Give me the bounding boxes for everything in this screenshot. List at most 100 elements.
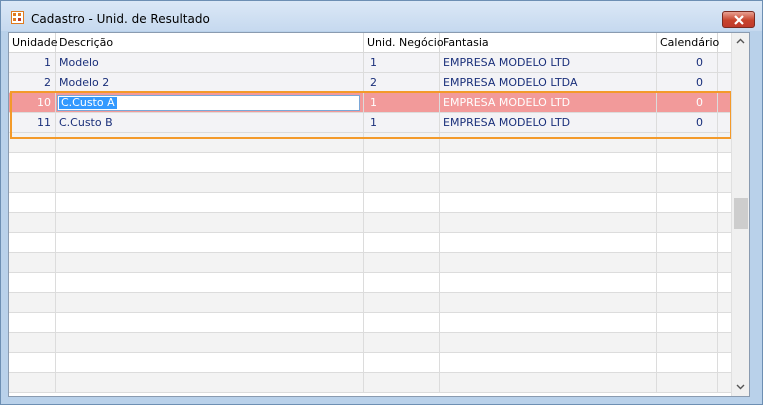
empty-cell <box>440 213 657 233</box>
empty-cell <box>440 253 657 273</box>
cell-editor-input[interactable]: C.Custo A <box>57 95 360 111</box>
column-header-fantasia[interactable]: Fantasia <box>440 33 657 53</box>
empty-cell <box>364 153 440 173</box>
empty-table-row[interactable] <box>9 173 731 193</box>
grid-header: Unidade Descrição Unid. Negócio Fantasia… <box>9 33 731 53</box>
empty-table-row[interactable] <box>9 153 731 173</box>
empty-cell <box>9 153 56 173</box>
empty-cell <box>56 373 364 393</box>
cell-fantasia: EMPRESA MODELO LTDA <box>440 73 657 93</box>
empty-cell <box>56 173 364 193</box>
empty-cell <box>364 173 440 193</box>
cell-unid-negocio: 1 <box>364 113 440 133</box>
app-icon <box>11 11 24 24</box>
empty-cell <box>56 133 364 153</box>
empty-cell <box>440 133 657 153</box>
empty-cell <box>657 213 718 233</box>
empty-table-row[interactable] <box>9 233 731 253</box>
empty-cell <box>364 233 440 253</box>
cell-unidade: 1 <box>9 53 56 73</box>
table-row[interactable]: 1 Modelo 1 EMPRESA MODELO LTD 0 <box>9 53 731 73</box>
chevron-up-icon <box>736 38 745 44</box>
cell-descricao: C.Custo B <box>56 113 364 133</box>
empty-table-row[interactable] <box>9 273 731 293</box>
table-row-selected[interactable]: 10 C.Custo A 1 EMPRESA MODELO LTD 0 <box>9 93 731 113</box>
empty-cell <box>9 253 56 273</box>
empty-cell <box>364 293 440 313</box>
empty-cell <box>657 333 718 353</box>
cell-fantasia: EMPRESA MODELO LTD <box>440 53 657 73</box>
title-bar[interactable]: Cadastro - Unid. de Resultado <box>1 1 762 31</box>
empty-cell <box>9 373 56 393</box>
empty-cell <box>657 253 718 273</box>
empty-cell <box>657 313 718 333</box>
empty-cell <box>9 193 56 213</box>
table-row[interactable]: 2 Modelo 2 2 EMPRESA MODELO LTDA 0 <box>9 73 731 93</box>
empty-cell <box>9 173 56 193</box>
empty-cell <box>440 193 657 213</box>
empty-cell <box>9 333 56 353</box>
scroll-thumb[interactable] <box>734 198 748 229</box>
window: Cadastro - Unid. de Resultado Unidade De… <box>0 0 763 405</box>
cell-unidade: 2 <box>9 73 56 93</box>
empty-cell <box>9 273 56 293</box>
empty-cell <box>56 273 364 293</box>
cell-descricao: Modelo <box>56 53 364 73</box>
scroll-up-button[interactable] <box>732 33 749 50</box>
empty-cell <box>440 373 657 393</box>
empty-cell <box>9 213 56 233</box>
empty-table-row[interactable] <box>9 253 731 273</box>
empty-cell <box>364 333 440 353</box>
empty-cell <box>56 233 364 253</box>
empty-cell <box>56 253 364 273</box>
window-title: Cadastro - Unid. de Resultado <box>31 12 210 26</box>
empty-cell <box>56 153 364 173</box>
empty-table-row[interactable] <box>9 373 731 393</box>
column-header-filler <box>718 33 731 53</box>
empty-cell <box>657 353 718 373</box>
empty-cell <box>657 193 718 213</box>
close-icon <box>734 15 744 25</box>
cell-unidade: 10 <box>9 93 56 113</box>
chevron-down-icon <box>736 384 745 390</box>
empty-cell <box>364 133 440 153</box>
empty-cell <box>56 333 364 353</box>
empty-cell <box>364 273 440 293</box>
empty-cell <box>9 293 56 313</box>
cell-calendario: 0 <box>657 73 718 93</box>
empty-cell <box>364 213 440 233</box>
vertical-scrollbar[interactable] <box>731 33 749 396</box>
cell-unid-negocio: 1 <box>364 93 440 113</box>
empty-cell <box>657 293 718 313</box>
table-row[interactable]: 11 C.Custo B 1 EMPRESA MODELO LTD 0 <box>9 113 731 133</box>
scroll-down-button[interactable] <box>732 379 749 396</box>
empty-cell <box>657 233 718 253</box>
empty-table-row[interactable] <box>9 213 731 233</box>
cell-fantasia: EMPRESA MODELO LTD <box>440 113 657 133</box>
column-header-unid-negocio[interactable]: Unid. Negócio <box>364 33 444 53</box>
empty-table-row[interactable] <box>9 353 731 373</box>
cell-fantasia: EMPRESA MODELO LTD <box>440 93 657 113</box>
column-header-unidade[interactable]: Unidade <box>9 33 58 53</box>
empty-cell <box>56 353 364 373</box>
cell-calendario: 0 <box>657 53 718 73</box>
empty-cell <box>364 313 440 333</box>
empty-cell <box>56 293 364 313</box>
empty-table-row[interactable] <box>9 313 731 333</box>
empty-table-row[interactable] <box>9 133 731 153</box>
column-header-descricao[interactable]: Descrição <box>56 33 364 53</box>
empty-table-row[interactable] <box>9 293 731 313</box>
data-grid[interactable]: Unidade Descrição Unid. Negócio Fantasia… <box>9 33 731 396</box>
close-button[interactable] <box>722 11 755 28</box>
empty-cell <box>440 353 657 373</box>
empty-table-row[interactable] <box>9 333 731 353</box>
column-header-calendario[interactable]: Calendário <box>657 33 719 53</box>
empty-cell <box>9 313 56 333</box>
empty-cell <box>9 233 56 253</box>
empty-cell <box>56 313 364 333</box>
client-area: Unidade Descrição Unid. Negócio Fantasia… <box>8 32 750 397</box>
empty-cell <box>657 373 718 393</box>
empty-table-row[interactable] <box>9 193 731 213</box>
cell-unidade: 11 <box>9 113 56 133</box>
editor-selected-text: C.Custo A <box>59 96 117 109</box>
